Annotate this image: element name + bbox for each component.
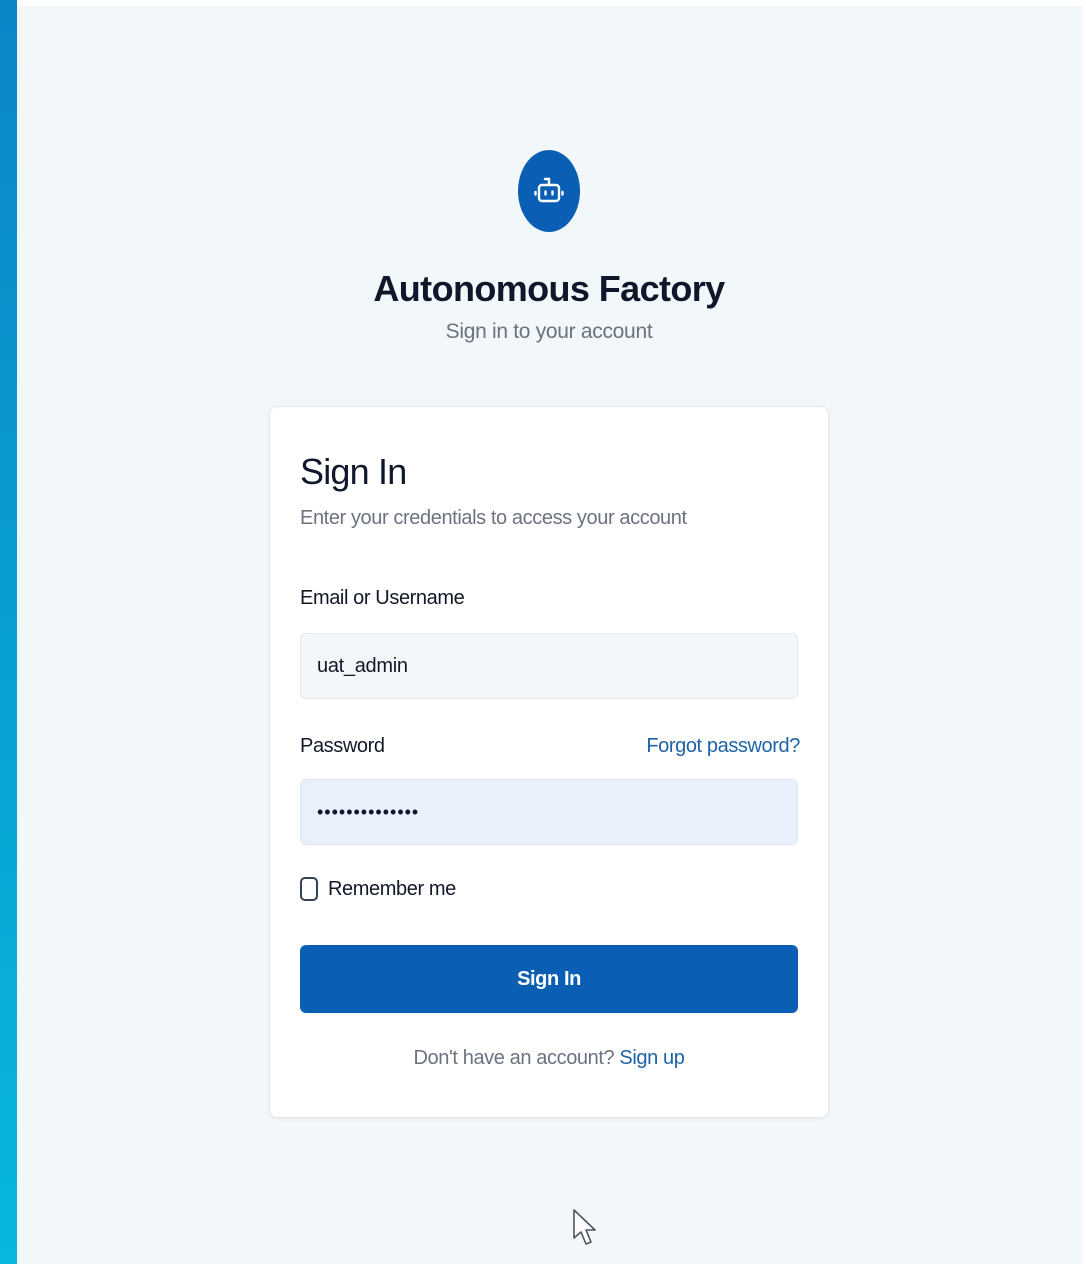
checkbox-box[interactable] [300,877,318,901]
remember-me-label: Remember me [328,877,456,900]
remember-me-checkbox[interactable]: Remember me [300,877,456,901]
sign-up-link[interactable]: Sign up [619,1047,684,1069]
card-description: Enter your credentials to access your ac… [300,507,687,529]
app-subtitle: Sign in to your account [445,320,653,343]
email-label: Email or Username [300,587,465,609]
robot-icon [534,177,564,203]
password-input[interactable] [300,779,798,845]
signup-row: Don't have an account? Sign up [270,1047,828,1070]
email-input[interactable] [300,633,798,699]
signup-prompt: Don't have an account? [413,1047,615,1069]
card-title: Sign In [300,451,407,492]
mouse-cursor-icon [573,1209,596,1245]
top-edge [0,0,1086,6]
right-edge [1082,0,1086,1266]
left-accent-bar [0,0,17,1266]
app-title: Autonomous Factory [373,268,725,309]
app-logo [518,150,580,232]
sign-in-button[interactable]: Sign In [300,945,798,1013]
forgot-password-link[interactable]: Forgot password? [646,735,800,758]
sign-in-card: Sign In Enter your credentials to access… [269,406,829,1118]
password-label: Password [300,735,385,757]
